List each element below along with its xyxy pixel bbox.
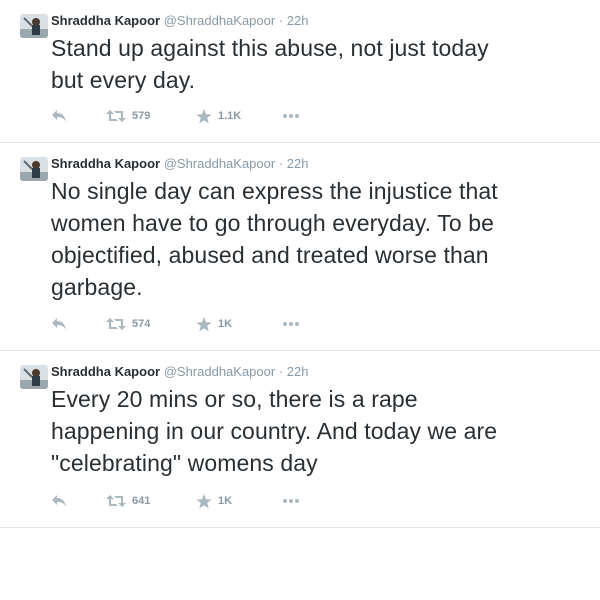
reply-icon: [51, 317, 67, 331]
star-icon: [196, 316, 212, 332]
more-options-button[interactable]: [282, 314, 300, 334]
user-name[interactable]: Shraddha Kapoor: [51, 13, 160, 28]
favorite-count: 1K: [218, 495, 233, 507]
favorite-button[interactable]: 1.1K: [196, 106, 241, 126]
retweet-button[interactable]: 574: [106, 314, 150, 334]
star-icon: [196, 493, 212, 509]
favorite-count: 1.1K: [218, 110, 242, 122]
reply-button[interactable]: [51, 106, 67, 126]
more-options-button[interactable]: [282, 491, 300, 511]
user-handle[interactable]: @ShraddhaKapoor: [164, 13, 276, 28]
timestamp[interactable]: 22h: [287, 156, 309, 171]
retweet-count: 641: [132, 495, 151, 507]
tweet-text: Stand up against this abuse, not just to…: [51, 35, 489, 93]
avatar[interactable]: [20, 157, 48, 181]
separator-dot: ·: [278, 13, 284, 28]
reply-button[interactable]: [51, 491, 67, 511]
tweet-feed: Shraddha Kapoor @ShraddhaKapoor · 22h St…: [0, 0, 600, 528]
retweet-button[interactable]: 579: [106, 106, 150, 126]
retweet-count: 574: [132, 318, 151, 330]
more-options-button[interactable]: [282, 106, 300, 126]
tweet-actions: 574 1K: [51, 314, 351, 334]
favorite-button[interactable]: 1K: [196, 491, 232, 511]
user-handle[interactable]: @ShraddhaKapoor: [164, 364, 276, 379]
tweet-header: Shraddha Kapoor @ShraddhaKapoor · 22h: [51, 364, 309, 379]
star-icon: [196, 108, 212, 124]
retweet-icon: [106, 317, 126, 331]
reply-button[interactable]: [51, 314, 67, 334]
reply-icon: [51, 494, 67, 508]
tweet[interactable]: Shraddha Kapoor @ShraddhaKapoor · 22h No…: [0, 143, 600, 351]
user-name[interactable]: Shraddha Kapoor: [51, 364, 160, 379]
more-dots-icon: [282, 498, 300, 504]
retweet-icon: [106, 109, 126, 123]
tweet-text: Every 20 mins or so, there is a rape hap…: [51, 386, 498, 476]
separator-dot: ·: [278, 364, 284, 379]
timestamp[interactable]: 22h: [287, 364, 309, 379]
retweet-count: 579: [132, 110, 151, 122]
user-name[interactable]: Shraddha Kapoor: [51, 156, 160, 171]
more-dots-icon: [282, 321, 300, 327]
retweet-button[interactable]: 641: [106, 491, 150, 511]
tweet[interactable]: Shraddha Kapoor @ShraddhaKapoor · 22h St…: [0, 0, 600, 143]
separator-dot: ·: [278, 156, 284, 171]
tweet-actions: 579 1.1K: [51, 106, 351, 126]
avatar[interactable]: [20, 14, 48, 38]
retweet-icon: [106, 494, 126, 508]
avatar[interactable]: [20, 365, 48, 389]
user-handle[interactable]: @ShraddhaKapoor: [164, 156, 276, 171]
tweet[interactable]: Shraddha Kapoor @ShraddhaKapoor · 22h Ev…: [0, 351, 600, 528]
tweet-header: Shraddha Kapoor @ShraddhaKapoor · 22h: [51, 13, 309, 28]
reply-icon: [51, 109, 67, 123]
favorite-count: 1K: [218, 318, 233, 330]
timestamp[interactable]: 22h: [287, 13, 309, 28]
favorite-button[interactable]: 1K: [196, 314, 232, 334]
tweet-header: Shraddha Kapoor @ShraddhaKapoor · 22h: [51, 156, 309, 171]
tweet-actions: 641 1K: [51, 491, 351, 511]
tweet-text: No single day can express the injustice …: [51, 178, 498, 300]
more-dots-icon: [282, 113, 300, 119]
